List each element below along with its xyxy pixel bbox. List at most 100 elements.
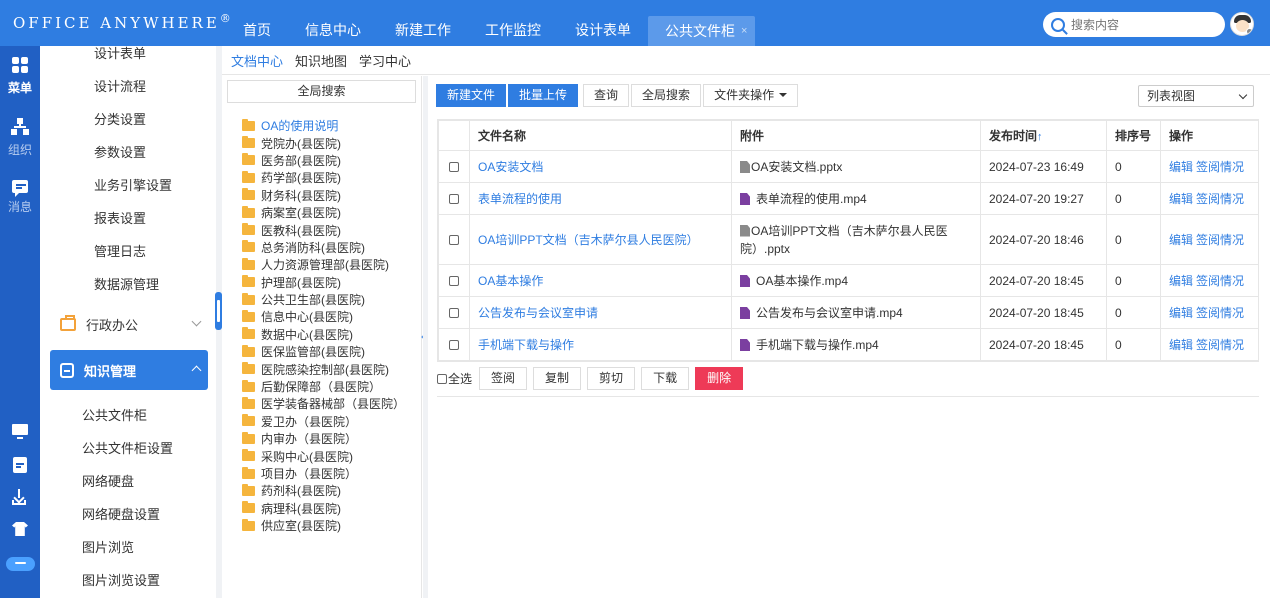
delete-button[interactable]: 删除 [695, 367, 744, 390]
rail-item-org[interactable]: 组织 [0, 118, 40, 158]
sign-status-link[interactable]: 签阅情况 [1196, 233, 1244, 247]
row-checkbox[interactable] [449, 235, 459, 246]
tree-node[interactable]: 护理部(县医院) [242, 274, 405, 291]
attachment-link[interactable]: OA基本操作.mp4 [756, 274, 848, 288]
edit-link[interactable]: 编辑 [1169, 233, 1193, 247]
rail-item-document[interactable] [0, 457, 40, 476]
sign-status-link[interactable]: 签阅情况 [1196, 338, 1244, 352]
header-publish-time[interactable]: 发布时间↑ [980, 120, 1107, 151]
copy-button[interactable]: 复制 [533, 367, 582, 390]
sidebar-item-public-cabinet[interactable]: 公共文件柜 [82, 405, 147, 424]
sidebar-item-netdisk[interactable]: 网络硬盘 [82, 471, 134, 490]
close-icon[interactable]: × [741, 17, 747, 45]
table-row[interactable]: OA基本操作 OA基本操作.mp4 2024-07-20 18:45 0 编辑 签阅情况 [438, 264, 1259, 297]
edit-link[interactable]: 编辑 [1169, 306, 1193, 320]
sidebar-item-category-settings[interactable]: 分类设置 [94, 109, 146, 128]
sidebar-group-knowledge[interactable]: 知识管理 [50, 350, 208, 390]
header-order[interactable]: 排序号 [1106, 120, 1161, 151]
row-checkbox[interactable] [449, 340, 459, 351]
sidebar-item-image-browse[interactable]: 图片浏览 [82, 537, 134, 556]
sidebar-item-image-browse-settings[interactable]: 图片浏览设置 [82, 570, 160, 589]
tab-knowledge-map[interactable]: 知识地图 [295, 51, 347, 70]
rail-collapse-toggle[interactable] [6, 557, 35, 571]
row-checkbox[interactable] [449, 308, 459, 319]
rail-item-download[interactable] [0, 489, 40, 510]
tree-node[interactable]: 财务科(县医院) [242, 187, 405, 204]
attachment-link[interactable]: 公告发布与会议室申请.mp4 [756, 306, 903, 320]
tree-node[interactable]: 后勤保障部（县医院） [242, 378, 405, 395]
tab-learning-center[interactable]: 学习中心 [359, 51, 411, 70]
sign-status-link[interactable]: 签阅情况 [1196, 274, 1244, 288]
sidebar-item-design-flow[interactable]: 设计流程 [94, 76, 146, 95]
brand-logo[interactable]: OFFICE ANYWHERE® [13, 12, 234, 32]
header-file-name[interactable]: 文件名称 [469, 120, 732, 151]
edit-link[interactable]: 编辑 [1169, 338, 1193, 352]
tree-node[interactable]: 项目办（县医院） [242, 465, 405, 482]
sidebar-item-report-settings[interactable]: 报表设置 [94, 208, 146, 227]
tree-node[interactable]: 医教科(县医院) [242, 221, 405, 238]
tab-document-center[interactable]: 文档中心 [231, 51, 283, 70]
tree-node[interactable]: OA的使用说明 [242, 117, 405, 134]
file-name-link[interactable]: OA安装文档 [478, 160, 543, 174]
file-name-link[interactable]: 公告发布与会议室申请 [478, 306, 598, 320]
folder-ops-dropdown[interactable]: 文件夹操作 [703, 84, 799, 107]
tree-node[interactable]: 医务部(县医院) [242, 152, 405, 169]
tree-node[interactable]: 病案室(县医院) [242, 204, 405, 221]
row-checkbox[interactable] [449, 194, 459, 205]
edit-link[interactable]: 编辑 [1169, 274, 1193, 288]
rail-item-skin[interactable] [0, 522, 40, 539]
tree-node[interactable]: 党院办(县医院) [242, 134, 405, 151]
sidebar-item-design-form[interactable]: 设计表单 [94, 46, 146, 62]
table-row[interactable]: 手机端下载与操作 手机端下载与操作.mp4 2024-07-20 18:45 0 编辑签… [438, 328, 1259, 361]
sign-button[interactable]: 签阅 [479, 367, 528, 390]
nav-tab-work-monitor[interactable]: 工作监控 [468, 16, 558, 46]
sign-status-link[interactable]: 签阅情况 [1196, 306, 1244, 320]
tree-node[interactable]: 总务消防科(县医院) [242, 239, 405, 256]
nav-tab-public-cabinet[interactable]: 公共文件柜 × [648, 16, 756, 46]
nav-tab-info-center[interactable]: 信息中心 [288, 16, 378, 46]
new-file-button[interactable]: 新建文件 [436, 84, 507, 107]
table-row[interactable]: 公告发布与会议室申请 公告发布与会议室申请.mp4 2024-07-20 18:45… [438, 296, 1259, 329]
attachment-link[interactable]: OA安装文档.pptx [751, 160, 842, 174]
table-row[interactable]: OA培训PPT文档（吉木萨尔县人民医院） OA培训PPT文档（吉木萨尔县人民医院）… [438, 214, 1259, 265]
tree-node[interactable]: 药剂科(县医院) [242, 482, 405, 499]
sidebar-item-param-settings[interactable]: 参数设置 [94, 142, 146, 161]
select-all-checkbox[interactable] [437, 373, 447, 384]
tree-node[interactable]: 信息中心(县医院) [242, 308, 405, 325]
file-name-link[interactable]: OA基本操作 [478, 274, 543, 288]
rail-item-monitor[interactable] [0, 424, 40, 439]
file-name-link[interactable]: OA培训PPT文档（吉木萨尔县人民医院） [478, 233, 699, 247]
tree-node[interactable]: 药学部(县医院) [242, 169, 405, 186]
download-button[interactable]: 下载 [641, 367, 690, 390]
sidebar-item-datasource[interactable]: 数据源管理 [94, 274, 159, 293]
search-input[interactable] [1071, 17, 1211, 32]
tree-node[interactable]: 医学装备器械部（县医院） [242, 395, 405, 412]
avatar[interactable] [1230, 12, 1254, 36]
row-checkbox[interactable] [449, 162, 459, 173]
sidebar-group-admin-office[interactable]: 行政办公 [50, 304, 208, 344]
tree-node[interactable]: 人力资源管理部(县医院) [242, 256, 405, 273]
attachment-link[interactable]: 表单流程的使用.mp4 [756, 192, 867, 206]
tree-node[interactable]: 医院感染控制部(县医院) [242, 360, 405, 377]
sign-status-link[interactable]: 签阅情况 [1196, 192, 1244, 206]
tree-node[interactable]: 医保监管部(县医院) [242, 343, 405, 360]
tree-node[interactable]: 病理科(县医院) [242, 500, 405, 517]
rail-item-message[interactable]: 消息 [0, 180, 40, 215]
rail-item-menu[interactable]: 菜单 [0, 56, 40, 96]
table-row[interactable]: 表单流程的使用 表单流程的使用.mp4 2024-07-20 19:27 0 编辑 签阅情… [438, 182, 1259, 215]
edit-link[interactable]: 编辑 [1169, 192, 1193, 206]
query-button[interactable]: 查询 [583, 84, 630, 107]
tree-node[interactable]: 内审办（县医院） [242, 430, 405, 447]
attachment-link[interactable]: OA培训PPT文档（吉木萨尔县人民医院）.pptx [740, 224, 948, 256]
sidebar-resize-handle[interactable] [215, 292, 222, 330]
nav-tab-design-form[interactable]: 设计表单 [558, 16, 648, 46]
nav-tab-home[interactable]: 首页 [226, 16, 288, 46]
table-row[interactable]: OA安装文档 OA安装文档.pptx 2024-07-23 16:49 0 编辑 签阅情况 [438, 150, 1259, 183]
search-icon[interactable] [1051, 17, 1065, 32]
sign-status-link[interactable]: 签阅情况 [1196, 160, 1244, 174]
sort-asc-icon[interactable]: ↑ [1037, 131, 1043, 143]
edit-link[interactable]: 编辑 [1169, 160, 1193, 174]
tree-node[interactable]: 采购中心(县医院) [242, 447, 405, 464]
tree-node[interactable]: 数据中心(县医院) [242, 326, 405, 343]
tree-node[interactable]: 公共卫生部(县医院) [242, 291, 405, 308]
